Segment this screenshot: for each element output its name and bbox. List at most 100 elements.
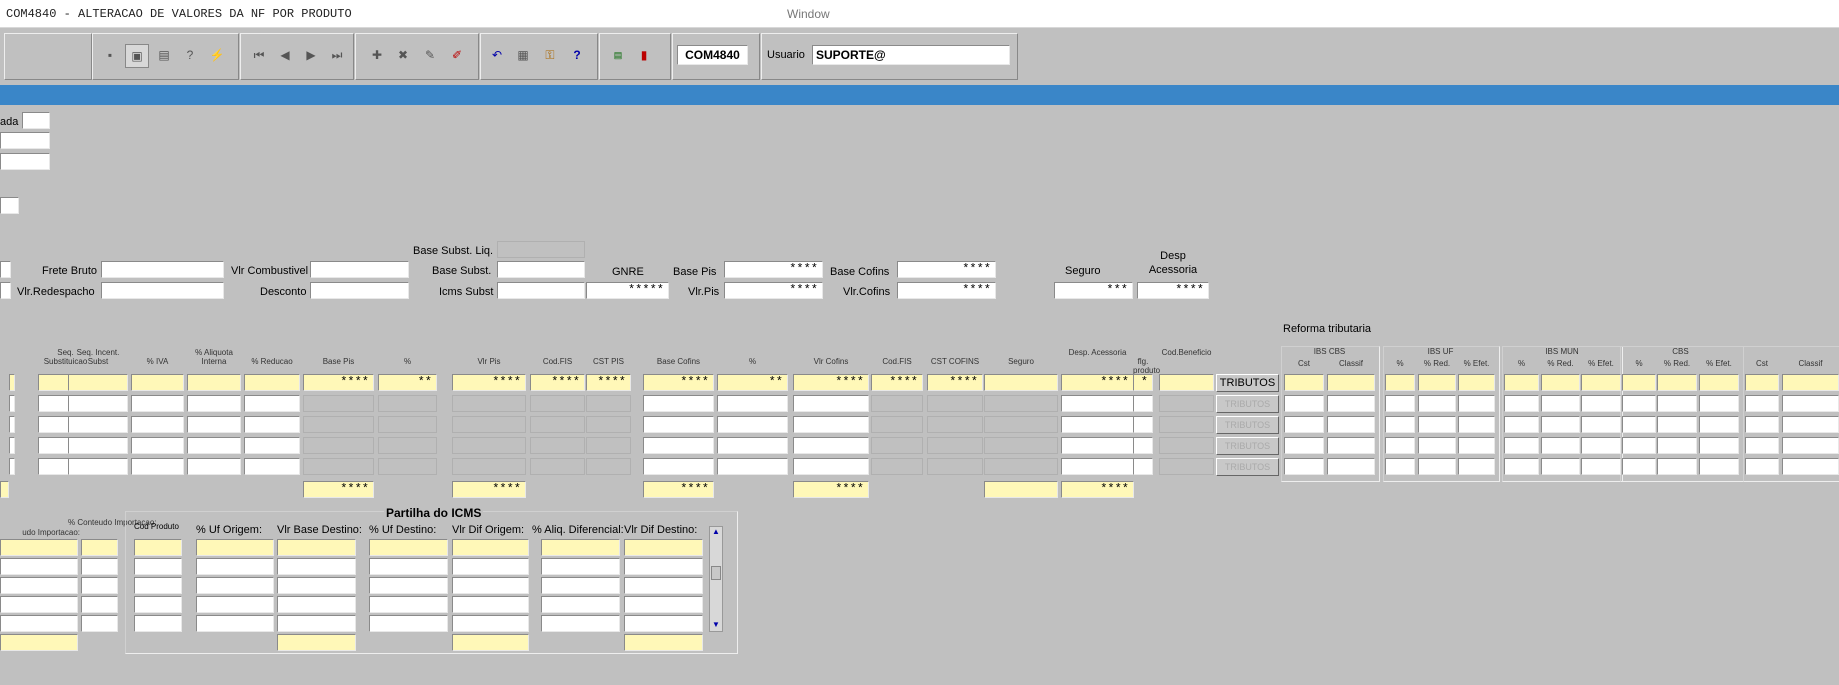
partilha-cell[interactable] bbox=[196, 558, 274, 575]
key-icon[interactable]: ⚿ bbox=[539, 44, 561, 66]
grid-cell[interactable] bbox=[68, 437, 128, 454]
reforma-cell[interactable] bbox=[1385, 437, 1415, 454]
grid-cell[interactable]: ** bbox=[717, 374, 788, 391]
reforma-cell[interactable] bbox=[1504, 437, 1539, 454]
partilha-cell[interactable] bbox=[624, 539, 703, 556]
partilha-cell[interactable] bbox=[624, 615, 703, 632]
reforma-cell[interactable] bbox=[1782, 395, 1839, 412]
grid-cell[interactable] bbox=[452, 395, 526, 412]
reforma-cell[interactable] bbox=[1581, 458, 1621, 475]
reforma-cell[interactable] bbox=[1385, 458, 1415, 475]
reforma-cell[interactable] bbox=[1782, 437, 1839, 454]
partilha-cell[interactable] bbox=[196, 577, 274, 594]
partilha-scrollbar[interactable]: ▲ ▼ bbox=[709, 526, 723, 632]
screen-icon[interactable]: ▣ bbox=[125, 44, 149, 68]
partilha-cell[interactable] bbox=[134, 577, 182, 594]
reforma-cell[interactable] bbox=[1782, 458, 1839, 475]
grid-cell[interactable] bbox=[643, 416, 714, 433]
grid-cell[interactable] bbox=[68, 458, 128, 475]
reforma-cell[interactable] bbox=[1581, 374, 1621, 391]
grid-cell[interactable] bbox=[303, 458, 374, 475]
reforma-cell[interactable] bbox=[1504, 374, 1539, 391]
grid-edge-cell[interactable] bbox=[9, 395, 15, 412]
help-icon[interactable]: ? bbox=[566, 44, 588, 66]
print-icon[interactable]: ▤ bbox=[153, 44, 175, 66]
reforma-cell[interactable] bbox=[1418, 416, 1456, 433]
partilha-cell[interactable] bbox=[541, 558, 620, 575]
reforma-cell[interactable] bbox=[1385, 416, 1415, 433]
header-field-1[interactable] bbox=[22, 112, 50, 129]
reforma-cell[interactable] bbox=[1418, 395, 1456, 412]
vlr-pis-field[interactable]: **** bbox=[724, 282, 823, 299]
importacao-cell[interactable] bbox=[0, 539, 78, 556]
grid-edge-cell[interactable] bbox=[9, 416, 15, 433]
left-field-b[interactable] bbox=[0, 282, 11, 299]
reforma-cell[interactable] bbox=[1699, 416, 1739, 433]
partilha-cell[interactable] bbox=[277, 615, 356, 632]
reforma-cell[interactable] bbox=[1745, 395, 1779, 412]
partilha-cell[interactable] bbox=[277, 596, 356, 613]
importacao-cell[interactable] bbox=[0, 615, 78, 632]
grid-cell[interactable] bbox=[187, 374, 241, 391]
partilha-cell[interactable] bbox=[541, 615, 620, 632]
grid-cell[interactable] bbox=[303, 416, 374, 433]
menu-icon[interactable]: ▤ bbox=[607, 44, 629, 66]
partilha-cell[interactable] bbox=[277, 539, 356, 556]
grid-cell[interactable]: **** bbox=[586, 374, 631, 391]
gnre-field[interactable]: ***** bbox=[586, 282, 669, 299]
reforma-cell[interactable] bbox=[1327, 416, 1375, 433]
grid-cell[interactable] bbox=[244, 458, 300, 475]
partilha-cell[interactable] bbox=[277, 558, 356, 575]
grid-cell[interactable] bbox=[1133, 395, 1153, 412]
partilha-cell[interactable] bbox=[452, 577, 529, 594]
grid-cell[interactable] bbox=[984, 416, 1058, 433]
reforma-cell[interactable] bbox=[1458, 416, 1495, 433]
reforma-cell[interactable] bbox=[1581, 395, 1621, 412]
grid-cell[interactable] bbox=[378, 416, 437, 433]
reforma-cell[interactable] bbox=[1418, 437, 1456, 454]
partilha-cell[interactable] bbox=[196, 539, 274, 556]
grid-cell[interactable] bbox=[452, 416, 526, 433]
grid-cell[interactable] bbox=[530, 416, 585, 433]
grid-cell[interactable] bbox=[1061, 416, 1134, 433]
undo-icon[interactable]: ↶ bbox=[486, 44, 508, 66]
reforma-cell[interactable] bbox=[1418, 458, 1456, 475]
grid-cell[interactable] bbox=[68, 395, 128, 412]
next-record-icon[interactable]: ▶ bbox=[300, 44, 322, 66]
grid-cell[interactable]: ** bbox=[378, 374, 437, 391]
grid-cell[interactable] bbox=[717, 458, 788, 475]
reforma-cell[interactable] bbox=[1657, 374, 1697, 391]
reforma-cell[interactable] bbox=[1581, 416, 1621, 433]
first-record-icon[interactable]: ⏮ bbox=[248, 44, 270, 66]
header-field-3[interactable] bbox=[0, 153, 50, 170]
grid-cell[interactable]: **** bbox=[452, 374, 526, 391]
tributos-button[interactable]: TRIBUTOS bbox=[1216, 437, 1279, 455]
last-record-icon[interactable]: ⏭ bbox=[326, 44, 348, 66]
importacao-cell[interactable] bbox=[81, 558, 118, 575]
grid-cell[interactable] bbox=[530, 437, 585, 454]
reforma-cell[interactable] bbox=[1284, 458, 1324, 475]
desconto-field[interactable] bbox=[310, 282, 409, 299]
reforma-cell[interactable] bbox=[1541, 374, 1580, 391]
grid-cell[interactable] bbox=[244, 395, 300, 412]
reforma-cell[interactable] bbox=[1541, 437, 1580, 454]
reforma-cell[interactable] bbox=[1699, 437, 1739, 454]
grid-cell[interactable]: **** bbox=[530, 374, 585, 391]
tributos-button[interactable]: TRIBUTOS bbox=[1216, 374, 1279, 392]
reforma-cell[interactable] bbox=[1699, 458, 1739, 475]
grid-cell[interactable] bbox=[871, 437, 923, 454]
save-icon[interactable]: ▪ bbox=[99, 44, 121, 66]
base-pis-field[interactable]: **** bbox=[724, 261, 823, 278]
reforma-cell[interactable] bbox=[1541, 416, 1580, 433]
grid-cell[interactable] bbox=[530, 458, 585, 475]
reforma-cell[interactable] bbox=[1458, 437, 1495, 454]
grid-edge-cell[interactable] bbox=[9, 437, 15, 454]
partilha-cell[interactable] bbox=[541, 539, 620, 556]
grid-cell[interactable] bbox=[303, 395, 374, 412]
grid-cell[interactable] bbox=[1133, 416, 1153, 433]
grid-cell[interactable] bbox=[1133, 458, 1153, 475]
grid-cell[interactable] bbox=[793, 416, 869, 433]
reforma-cell[interactable] bbox=[1504, 416, 1539, 433]
desp-acessoria-field[interactable]: **** bbox=[1137, 282, 1209, 299]
reforma-cell[interactable] bbox=[1458, 374, 1495, 391]
